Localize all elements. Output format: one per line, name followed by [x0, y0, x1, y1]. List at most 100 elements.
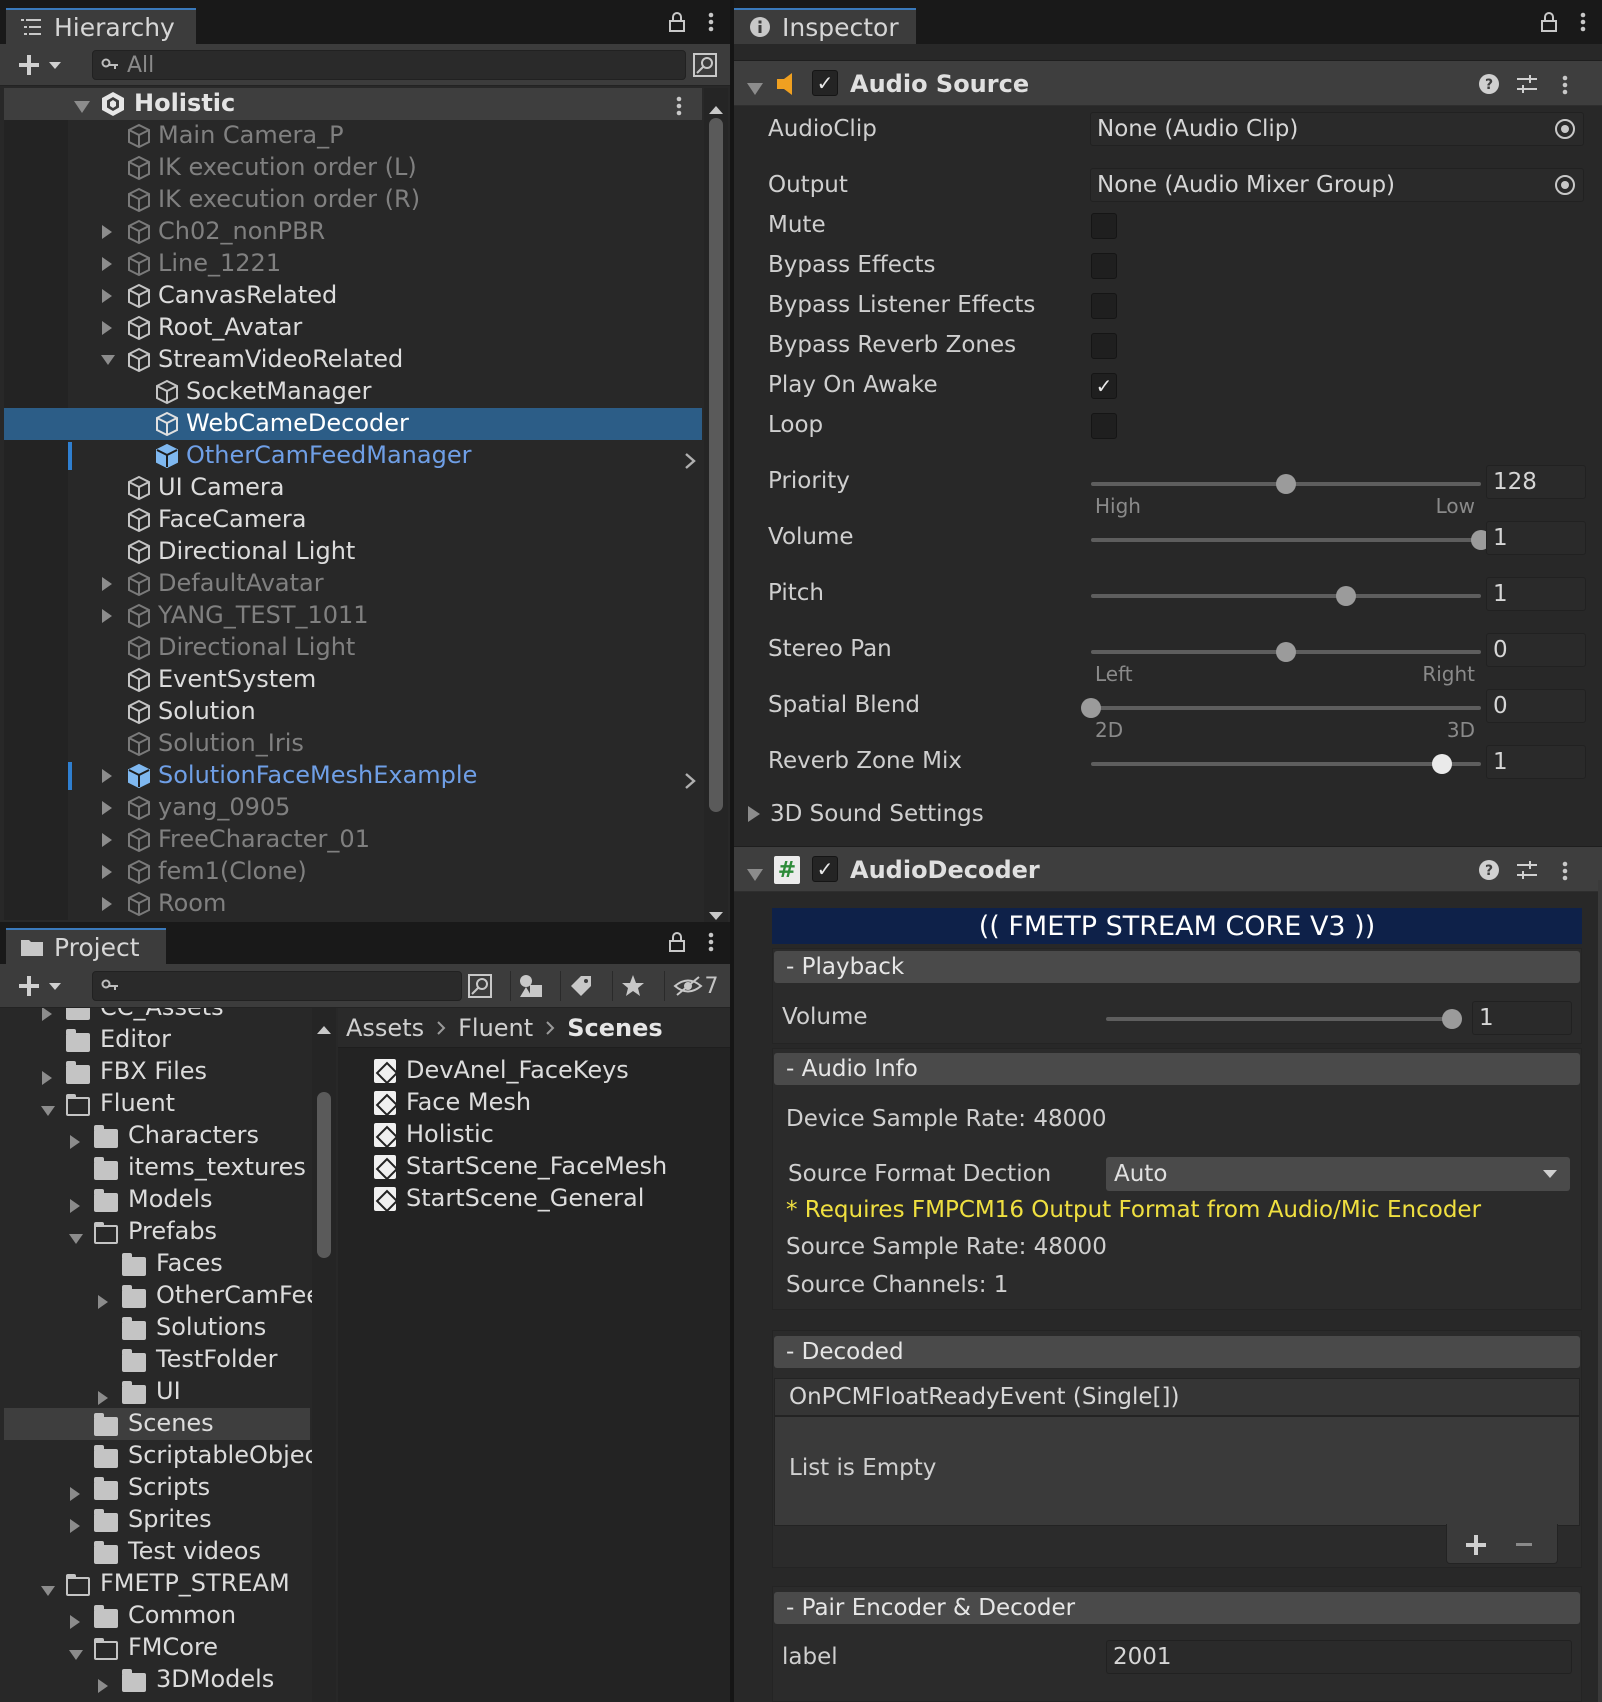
- folder-tree-item[interactable]: items_textures: [0, 1152, 310, 1184]
- slider-value-field[interactable]: 1: [1486, 521, 1586, 555]
- filter-by-label-icon[interactable]: [560, 971, 600, 1001]
- folder-tree-item[interactable]: Models: [0, 1184, 310, 1216]
- remove-minus-icon[interactable]: [1515, 1534, 1533, 1562]
- sound-settings-foldout[interactable]: 3D Sound Settings: [746, 798, 984, 830]
- hierarchy-item[interactable]: Directional Light: [68, 536, 702, 568]
- toggle-checkbox[interactable]: [1091, 333, 1117, 359]
- hierarchy-item[interactable]: fem1(Clone): [68, 856, 702, 888]
- slider-thumb[interactable]: [1336, 586, 1357, 606]
- folder-tree-item[interactable]: Fluent: [0, 1088, 310, 1120]
- tab-inspector[interactable]: Inspector: [734, 8, 916, 44]
- decoder-volume-field[interactable]: 1: [1472, 1001, 1572, 1035]
- object-picker-icon[interactable]: [1555, 119, 1575, 139]
- tab-project[interactable]: Project: [6, 928, 166, 964]
- folder-tree-item[interactable]: FMCore: [0, 1632, 310, 1664]
- chevron-right-icon[interactable]: [100, 800, 114, 820]
- audio-source-header[interactable]: ✓ Audio Source ?: [734, 60, 1602, 106]
- add-plus-icon[interactable]: [1465, 1534, 1487, 1562]
- slider-thumb[interactable]: [1432, 754, 1452, 774]
- slider-track[interactable]: [1091, 706, 1481, 710]
- slider-track[interactable]: [1091, 538, 1481, 542]
- chevron-right-icon[interactable]: [100, 768, 114, 788]
- search-window-icon[interactable]: [464, 971, 496, 1001]
- scroll-up-arrow-icon[interactable]: [316, 1014, 332, 1042]
- chevron-right-icon[interactable]: [100, 576, 114, 596]
- favorites-star-icon[interactable]: [612, 971, 652, 1001]
- hierarchy-item[interactable]: Ch02_nonPBR: [68, 216, 702, 248]
- help-icon[interactable]: ?: [1478, 73, 1500, 101]
- hierarchy-item[interactable]: IK execution order (R): [68, 184, 702, 216]
- output-field[interactable]: None (Audio Mixer Group): [1090, 168, 1584, 202]
- slider-thumb[interactable]: [1081, 698, 1101, 718]
- lock-icon[interactable]: [668, 932, 686, 958]
- tab-hierarchy[interactable]: Hierarchy: [6, 8, 196, 44]
- toggle-checkbox[interactable]: [1091, 213, 1117, 239]
- slider-value-field[interactable]: 1: [1486, 577, 1586, 611]
- toggle-checkbox[interactable]: [1091, 293, 1117, 319]
- folder-tree-item[interactable]: Faces: [0, 1248, 310, 1280]
- hierarchy-item[interactable]: WebCameDecoder: [4, 408, 702, 440]
- slider-thumb[interactable]: [1276, 474, 1296, 494]
- hierarchy-item[interactable]: UI Camera: [68, 472, 702, 504]
- slider-track[interactable]: [1091, 594, 1481, 598]
- hierarchy-item[interactable]: Root_Avatar: [68, 312, 702, 344]
- breadcrumb-fluent[interactable]: Fluent: [458, 1014, 533, 1042]
- folder-tree-item[interactable]: Common: [0, 1600, 310, 1632]
- decoder-volume-track[interactable]: [1106, 1017, 1452, 1021]
- chevron-right-icon[interactable]: [100, 896, 114, 916]
- scene-kebab-icon[interactable]: [676, 94, 682, 122]
- kebab-menu-icon[interactable]: [708, 932, 714, 958]
- hierarchy-item[interactable]: IK execution order (L): [68, 152, 702, 184]
- hidden-packages-button[interactable]: 7: [664, 971, 726, 1001]
- hierarchy-item[interactable]: OtherCamFeedManager: [68, 440, 702, 472]
- slider-value-field[interactable]: 0: [1486, 689, 1586, 723]
- help-icon[interactable]: ?: [1478, 859, 1500, 887]
- slider-value-field[interactable]: 0: [1486, 633, 1586, 667]
- hierarchy-item[interactable]: Directional Light: [68, 632, 702, 664]
- preset-sliders-icon[interactable]: [1516, 73, 1538, 101]
- chevron-down-icon[interactable]: [100, 352, 115, 371]
- hierarchy-search-input[interactable]: All: [92, 50, 686, 80]
- chevron-right-icon[interactable]: [100, 256, 114, 276]
- hierarchy-item[interactable]: Solution: [68, 696, 702, 728]
- folder-tree-item[interactable]: OtherCamFee: [0, 1280, 321, 1312]
- folder-tree-item[interactable]: CC_Assets: [0, 1008, 310, 1024]
- hierarchy-scrollbar[interactable]: [704, 88, 728, 922]
- folder-tree-item[interactable]: Editor: [0, 1024, 310, 1056]
- hierarchy-item[interactable]: FaceCamera: [68, 504, 702, 536]
- slider-value-field[interactable]: 128: [1486, 465, 1586, 499]
- audioclip-field[interactable]: None (Audio Clip): [1090, 112, 1584, 146]
- folder-tree-item[interactable]: Scripts: [0, 1472, 310, 1504]
- pair-label-field[interactable]: 2001: [1106, 1640, 1572, 1674]
- component-kebab-icon[interactable]: [1562, 859, 1568, 887]
- decoded-section[interactable]: - Decoded: [774, 1336, 1580, 1368]
- hierarchy-item[interactable]: Main Camera_P: [68, 120, 702, 152]
- folder-tree-item[interactable]: FBX Files: [0, 1056, 310, 1088]
- search-window-icon[interactable]: [690, 50, 720, 80]
- create-add-button[interactable]: [14, 971, 70, 1001]
- preset-sliders-icon[interactable]: [1516, 859, 1538, 887]
- toggle-checkbox[interactable]: [1091, 413, 1117, 439]
- breadcrumb-assets[interactable]: Assets: [346, 1014, 424, 1042]
- hierarchy-item[interactable]: YANG_TEST_1011: [68, 600, 702, 632]
- hierarchy-item[interactable]: CanvasRelated: [68, 280, 702, 312]
- chevron-right-icon[interactable]: [100, 864, 114, 884]
- playback-section[interactable]: - Playback: [774, 951, 1580, 983]
- chevron-right-icon[interactable]: [100, 224, 114, 244]
- kebab-menu-icon[interactable]: [1580, 12, 1586, 38]
- project-search-input[interactable]: [92, 971, 462, 1001]
- hierarchy-item[interactable]: EventSystem: [68, 664, 702, 696]
- folder-tree-item[interactable]: ScriptableObjec: [0, 1440, 318, 1472]
- lock-icon[interactable]: [1540, 12, 1558, 38]
- pair-section[interactable]: - Pair Encoder & Decoder: [774, 1592, 1580, 1624]
- scroll-down-arrow-icon[interactable]: [708, 900, 724, 922]
- audio-source-enabled-checkbox[interactable]: ✓: [812, 70, 838, 96]
- hierarchy-scroll-thumb[interactable]: [709, 118, 723, 812]
- scene-header-row[interactable]: Holistic: [4, 88, 702, 120]
- breadcrumb-scenes[interactable]: Scenes: [567, 1014, 662, 1042]
- tree-scroll-thumb[interactable]: [317, 1092, 331, 1258]
- hierarchy-item[interactable]: DefaultAvatar: [68, 568, 702, 600]
- folder-tree-item[interactable]: Sprites: [0, 1504, 310, 1536]
- folder-tree-item[interactable]: Solutions: [0, 1312, 310, 1344]
- folder-tree-item[interactable]: Characters: [0, 1120, 310, 1152]
